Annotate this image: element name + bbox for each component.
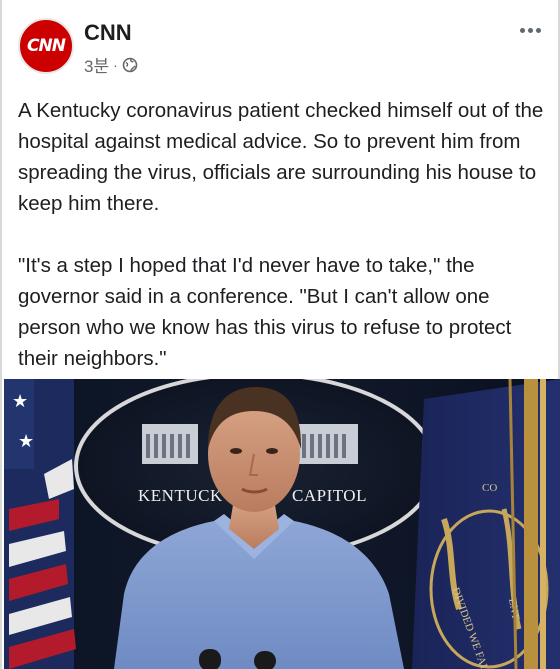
more-options-icon [519,27,525,33]
more-dot [535,27,541,33]
seal-text-left: KENTUCK [138,486,223,505]
post-meta: 3분 · [84,52,138,77]
post-body: A Kentucky coronavirus patient checked h… [18,95,548,374]
globe-icon[interactable] [122,57,138,73]
post-photo[interactable]: ★ ★ KENTUCK CAPITOL CO DIVIDED WE FALL [4,379,560,669]
post-header: CNN CNN 3분 · [18,18,546,84]
flag-text-top: CO [482,482,497,494]
svg-text:★: ★ [12,391,28,411]
kentucky-flag: CO DIVIDED WE FALL ENT [412,379,560,669]
cnn-avatar[interactable]: CNN [18,18,74,74]
post-paragraph-1: A Kentucky coronavirus patient checked h… [18,99,544,215]
facebook-post: CNN CNN 3분 · A Kentucky coronavirus pati… [0,0,560,669]
svg-text:★: ★ [18,431,34,451]
seal-text-right: CAPITOL [292,486,367,505]
us-flag: ★ ★ [4,379,76,669]
more-dot [527,27,533,33]
more-options-button[interactable] [514,20,546,40]
page-name-link[interactable]: CNN [84,20,132,46]
post-paragraph-2: "It's a step I hoped that I'd never have… [18,254,512,370]
avatar-logo-text: CNN [27,36,66,56]
meta-separator: · [113,56,118,73]
post-timestamp[interactable]: 3분 [84,52,109,77]
